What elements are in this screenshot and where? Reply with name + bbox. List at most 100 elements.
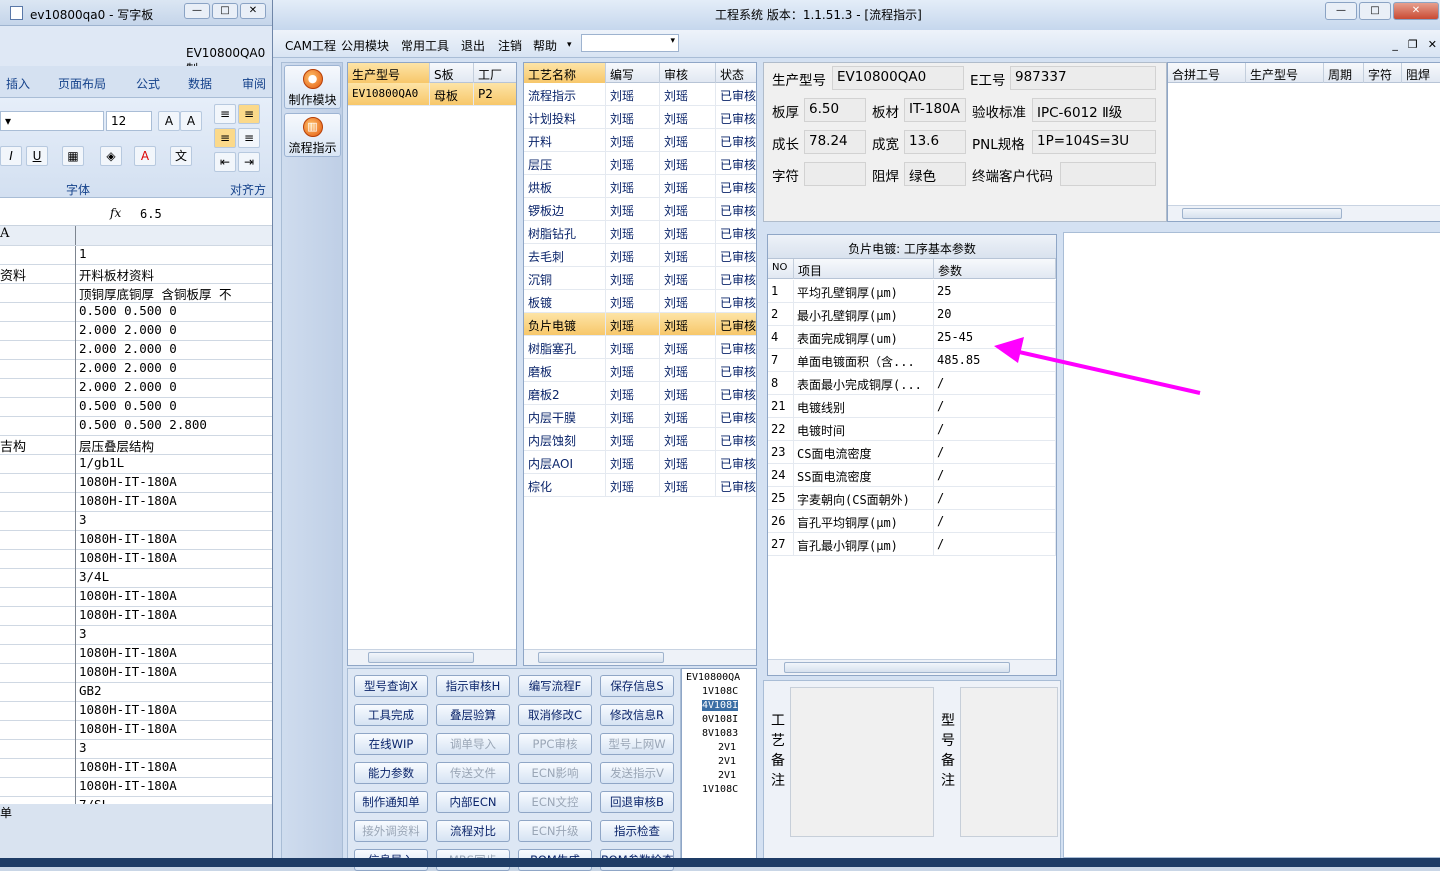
field-length[interactable]: 78.24 (804, 130, 866, 154)
cell-a[interactable] (0, 512, 76, 531)
align-center-icon[interactable]: ≡ (238, 128, 260, 148)
action-button[interactable]: ECN影响 (518, 762, 592, 784)
col-period[interactable]: 周期 (1324, 63, 1364, 83)
col-param[interactable]: 参数 (934, 259, 1056, 279)
cell-b[interactable]: 1080H-IT-180A (79, 588, 272, 607)
table-row[interactable]: 沉铜 刘瑶 刘瑶 已审核 (524, 267, 756, 290)
nav-production-module[interactable]: ● 制作模块 (284, 65, 341, 109)
cell-b[interactable]: 1080H-IT-180A (79, 645, 272, 664)
cell-a[interactable] (0, 417, 76, 436)
cell-a[interactable] (0, 455, 76, 474)
col-a-header[interactable]: A (0, 226, 76, 245)
tree-node[interactable]: 2V1 (718, 770, 736, 781)
cell-b[interactable]: 0.500 0.500 0 (79, 398, 272, 417)
cell-a[interactable] (0, 778, 76, 797)
cell-b[interactable]: 1080H-IT-180A (79, 778, 272, 797)
action-button[interactable]: 指示检查 (600, 820, 674, 842)
align-top-icon[interactable]: ≡ (214, 104, 236, 124)
field-customer[interactable] (1060, 162, 1156, 186)
table-row[interactable]: 流程指示 刘瑶 刘瑶 已审核 (524, 83, 756, 106)
cell-b[interactable]: 开料板材资料 (79, 265, 272, 284)
menu-cam[interactable]: CAM工程 (285, 37, 336, 54)
cell-a[interactable] (0, 360, 76, 379)
tab-formula[interactable]: 公式 (136, 75, 160, 92)
cell-b[interactable]: 1080H-IT-180A (79, 607, 272, 626)
tab-data[interactable]: 数据 (188, 75, 212, 92)
param-row[interactable]: 24 SS面电流密度 / (768, 464, 1056, 487)
table-row[interactable]: 计划投料 刘瑶 刘瑶 已审核 (524, 106, 756, 129)
table-row[interactable]: 棕化 刘瑶 刘瑶 已审核 (524, 474, 756, 497)
col-combine-no[interactable]: 合拼工号 (1168, 63, 1246, 83)
cell-b[interactable]: 层压叠层结构 (79, 436, 272, 455)
cell-a[interactable] (0, 550, 76, 569)
col-factory[interactable]: 工厂 (474, 63, 516, 83)
table-row[interactable]: 负片电镀 刘瑶 刘瑶 已审核 (524, 313, 756, 336)
chevron-down-icon[interactable]: ▾ (567, 40, 572, 50)
cell-a[interactable] (0, 398, 76, 417)
col-mask[interactable]: 阻焊 (1402, 63, 1440, 83)
field-pnl[interactable]: 1P=104S=3U (1032, 130, 1156, 154)
menu-combo[interactable]: ▾ (581, 34, 679, 52)
action-button[interactable]: 发送指示V (600, 762, 674, 784)
cell-a[interactable] (0, 341, 76, 360)
field-mask[interactable]: 绿色 (904, 162, 966, 186)
field-width[interactable]: 13.6 (904, 130, 966, 154)
indent-increase-icon[interactable]: ⇥ (238, 152, 260, 172)
action-button[interactable]: 工具完成 (354, 704, 428, 726)
cell-b[interactable]: 3 (79, 512, 272, 531)
cell-a[interactable] (0, 569, 76, 588)
col-sboard[interactable]: S板 (430, 63, 474, 83)
formula-value[interactable]: 6.5 (140, 207, 162, 221)
cell-a[interactable] (0, 322, 76, 341)
table-row[interactable]: 内层干膜 刘瑶 刘瑶 已审核 (524, 405, 756, 428)
cell-b[interactable]: 1080H-IT-180A (79, 664, 272, 683)
cell-a[interactable]: 资料 (0, 265, 76, 284)
action-button[interactable]: ECN文控 (518, 791, 592, 813)
action-button[interactable]: 内部ECN (436, 791, 510, 813)
cell-b[interactable]: 7/SL (79, 797, 272, 804)
tab-page-layout[interactable]: 页面布局 (58, 75, 106, 92)
minimize-button[interactable]: — (184, 3, 210, 19)
action-button[interactable]: 取消修改C (518, 704, 592, 726)
mdi-minimize[interactable]: _ (1392, 38, 1398, 51)
param-row[interactable]: 2 最小孔壁铜厚(μm) 20 (768, 303, 1056, 326)
action-button[interactable]: 回退审核B (600, 791, 674, 813)
font-name-box[interactable]: ▾ (0, 111, 104, 131)
menu-logout[interactable]: 注销 (498, 37, 522, 54)
cell-b[interactable]: 1080H-IT-180A (79, 759, 272, 778)
action-button[interactable]: 保存信息S (600, 675, 674, 697)
tree-node[interactable]: 8V1083 (702, 728, 738, 739)
action-button[interactable]: 型号查询X (354, 675, 428, 697)
cell-b[interactable]: 0.500 0.500 2.800 (79, 417, 272, 436)
horizontal-scrollbar[interactable] (524, 649, 756, 665)
cell-a[interactable] (0, 702, 76, 721)
cell-a[interactable] (0, 664, 76, 683)
horizontal-scrollbar[interactable] (1168, 205, 1440, 221)
action-button[interactable]: 在线WIP (354, 733, 428, 755)
action-button[interactable]: PPC审核 (518, 733, 592, 755)
tree-node[interactable]: EV10800QA (686, 672, 740, 683)
field-model[interactable]: EV10800QA0 (832, 66, 964, 90)
cell-b[interactable]: 1080H-IT-180A (79, 474, 272, 493)
cell-b[interactable]: GB2 (79, 683, 272, 702)
cell-a[interactable] (0, 683, 76, 702)
cell-a[interactable] (0, 607, 76, 626)
action-button[interactable]: 传送文件 (436, 762, 510, 784)
param-row[interactable]: 23 CS面电流密度 / (768, 441, 1056, 464)
param-row[interactable]: 25 字麦朝向(CS面朝外) / (768, 487, 1056, 510)
col-item[interactable]: 项目 (794, 259, 934, 279)
table-row[interactable]: 层压 刘瑶 刘瑶 已审核 (524, 152, 756, 175)
cell-a[interactable] (0, 626, 76, 645)
cell-b[interactable]: 3/4L (79, 569, 272, 588)
menu-tools[interactable]: 常用工具 (401, 37, 449, 54)
cell-a[interactable] (0, 474, 76, 493)
field-material[interactable]: IT-180A (904, 98, 966, 122)
model-remark-memo[interactable] (960, 687, 1058, 837)
indent-decrease-icon[interactable]: ⇤ (214, 152, 236, 172)
cell-a[interactable] (0, 740, 76, 759)
table-row[interactable]: 内层蚀刻 刘瑶 刘瑶 已审核 (524, 428, 756, 451)
phonetic-icon[interactable]: 文 (170, 146, 192, 166)
nav-flow-indicate[interactable]: ▥ 流程指示 (284, 113, 341, 157)
cell-a[interactable] (0, 284, 76, 303)
horizontal-scrollbar[interactable] (768, 659, 1056, 675)
